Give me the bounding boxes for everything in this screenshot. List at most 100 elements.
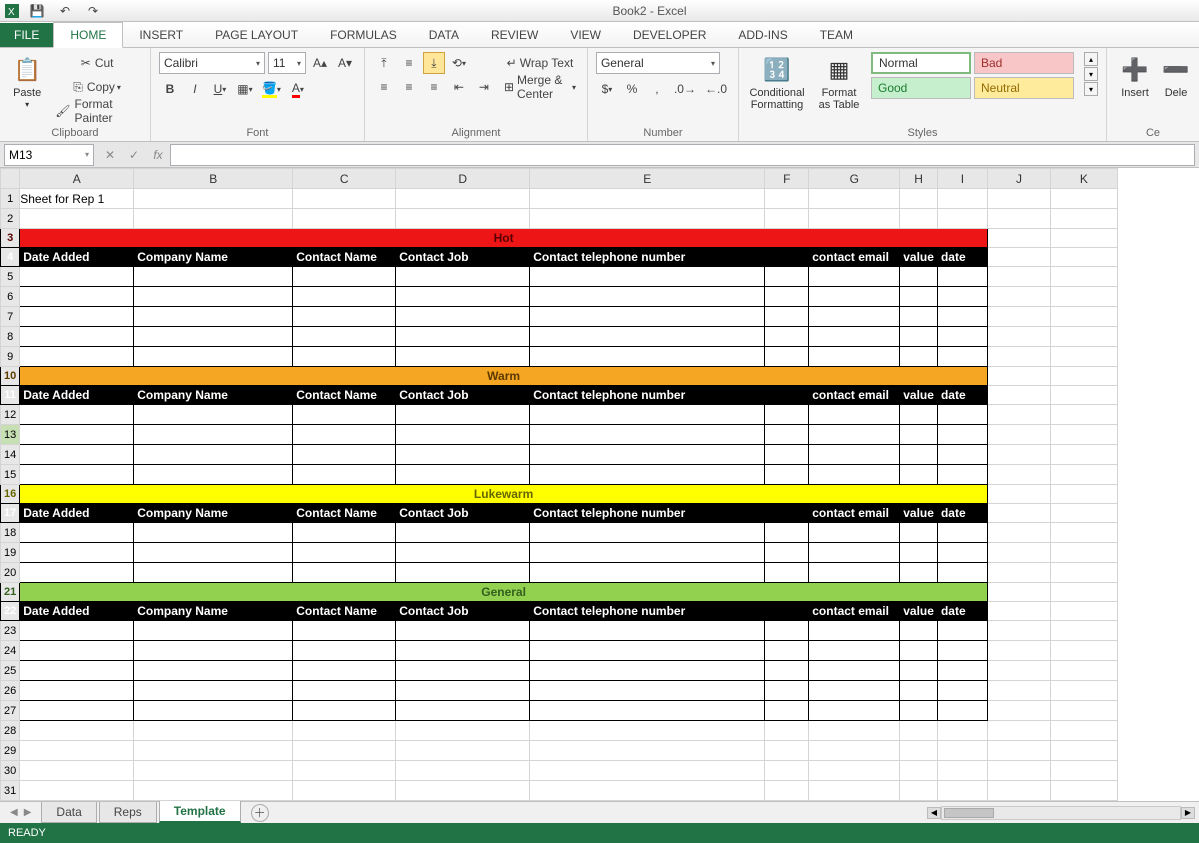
cell[interactable] xyxy=(937,701,987,721)
cell[interactable] xyxy=(293,721,396,741)
cell[interactable] xyxy=(20,701,134,721)
cell[interactable] xyxy=(900,701,938,721)
cell[interactable] xyxy=(765,327,809,347)
cell[interactable] xyxy=(765,563,809,583)
scroll-right-icon[interactable]: ▶ xyxy=(1181,807,1195,819)
cell[interactable] xyxy=(20,327,134,347)
comma-format-button[interactable]: , xyxy=(646,78,668,100)
cell[interactable] xyxy=(900,781,938,801)
cell[interactable] xyxy=(20,621,134,641)
row-header-18[interactable]: 18 xyxy=(1,523,20,543)
cell[interactable] xyxy=(1050,543,1117,563)
cell[interactable] xyxy=(1050,267,1117,287)
cell[interactable] xyxy=(987,189,1050,209)
style-bad[interactable]: Bad xyxy=(974,52,1074,74)
cell[interactable] xyxy=(134,681,293,701)
cell[interactable] xyxy=(809,523,900,543)
cell[interactable] xyxy=(987,681,1050,701)
cell[interactable] xyxy=(134,563,293,583)
cell[interactable] xyxy=(937,721,987,741)
cell[interactable] xyxy=(1050,347,1117,367)
format-painter-button[interactable]: 🖌 Format Painter xyxy=(52,100,142,122)
cell[interactable] xyxy=(530,405,765,425)
cell[interactable] xyxy=(1050,602,1117,621)
table-header[interactable]: date xyxy=(937,248,987,267)
sheet-tab-template[interactable]: Template xyxy=(159,801,241,823)
cell[interactable] xyxy=(900,641,938,661)
scroll-down-icon[interactable]: ▾ xyxy=(1084,67,1098,81)
cell[interactable] xyxy=(396,641,530,661)
delete-cells-button[interactable]: ➖ Dele xyxy=(1161,52,1191,102)
cell[interactable] xyxy=(900,761,938,781)
cell[interactable] xyxy=(765,307,809,327)
cell[interactable] xyxy=(900,307,938,327)
borders-button[interactable]: ▦▾ xyxy=(234,78,256,100)
cell[interactable] xyxy=(1050,287,1117,307)
cell[interactable] xyxy=(987,602,1050,621)
cell[interactable] xyxy=(900,621,938,641)
cell[interactable] xyxy=(937,287,987,307)
table-header[interactable]: Date Added xyxy=(20,504,134,523)
cell[interactable] xyxy=(530,307,765,327)
number-format-combo[interactable]: General▾ xyxy=(596,52,720,74)
cell[interactable] xyxy=(1050,621,1117,641)
cell[interactable] xyxy=(765,425,809,445)
cell[interactable] xyxy=(937,327,987,347)
cell[interactable] xyxy=(765,641,809,661)
cell[interactable] xyxy=(937,661,987,681)
cell[interactable] xyxy=(765,189,809,209)
cell[interactable] xyxy=(809,189,900,209)
cell[interactable] xyxy=(1050,701,1117,721)
cell[interactable] xyxy=(396,405,530,425)
cell[interactable] xyxy=(900,327,938,347)
underline-button[interactable]: U▾ xyxy=(209,78,231,100)
cell[interactable] xyxy=(900,661,938,681)
row-header-10[interactable]: 10 xyxy=(1,367,20,386)
cell[interactable] xyxy=(396,267,530,287)
cell[interactable] xyxy=(809,445,900,465)
table-header[interactable]: contact email xyxy=(809,248,900,267)
cell[interactable] xyxy=(396,327,530,347)
cell[interactable] xyxy=(765,681,809,701)
cancel-formula-button[interactable]: ✕ xyxy=(98,144,122,166)
cell[interactable] xyxy=(900,347,938,367)
cell[interactable] xyxy=(134,741,293,761)
cell[interactable] xyxy=(293,543,396,563)
tab-team[interactable]: TEAM xyxy=(804,23,869,47)
tab-developer[interactable]: DEVELOPER xyxy=(617,23,722,47)
sheet-tab-data[interactable]: Data xyxy=(41,802,96,823)
cell[interactable] xyxy=(765,523,809,543)
row-header-20[interactable]: 20 xyxy=(1,563,20,583)
font-size-combo[interactable]: 11▾ xyxy=(268,52,306,74)
scroll-up-icon[interactable]: ▴ xyxy=(1084,52,1098,66)
italic-button[interactable]: I xyxy=(184,78,206,100)
cell[interactable] xyxy=(293,661,396,681)
cell[interactable] xyxy=(396,781,530,801)
cell[interactable] xyxy=(987,721,1050,741)
cell[interactable] xyxy=(396,761,530,781)
cell[interactable] xyxy=(396,445,530,465)
cell[interactable] xyxy=(1050,189,1117,209)
tab-home[interactable]: HOME xyxy=(53,22,123,48)
row-header-11[interactable]: 11 xyxy=(1,386,20,405)
cell[interactable] xyxy=(20,445,134,465)
cell[interactable] xyxy=(1050,445,1117,465)
cell[interactable] xyxy=(396,189,530,209)
cell[interactable] xyxy=(765,761,809,781)
cell[interactable] xyxy=(937,307,987,327)
row-header-12[interactable]: 12 xyxy=(1,405,20,425)
table-header[interactable]: Company Name xyxy=(134,504,293,523)
cell[interactable] xyxy=(937,543,987,563)
cell[interactable] xyxy=(809,701,900,721)
cell[interactable] xyxy=(20,287,134,307)
cell[interactable] xyxy=(987,445,1050,465)
cell[interactable] xyxy=(530,189,765,209)
cell[interactable] xyxy=(1050,781,1117,801)
table-header[interactable]: Contact Name xyxy=(293,602,396,621)
column-header-I[interactable]: I xyxy=(937,169,987,189)
new-sheet-button[interactable]: ＋ xyxy=(251,804,269,822)
cell[interactable] xyxy=(809,741,900,761)
conditional-formatting-button[interactable]: 🔢 Conditional Formatting xyxy=(747,52,807,114)
cell[interactable] xyxy=(293,761,396,781)
cell[interactable] xyxy=(530,741,765,761)
